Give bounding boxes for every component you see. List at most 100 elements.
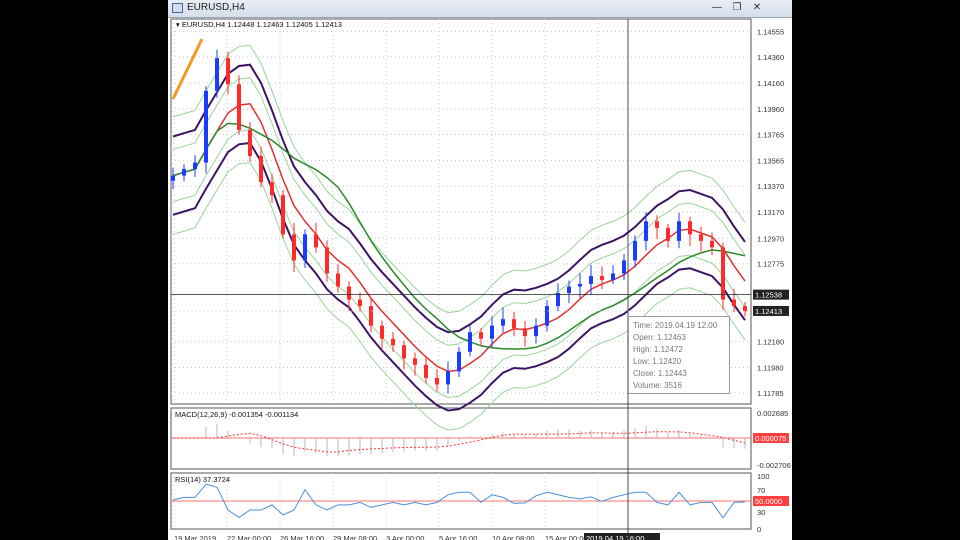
candle-body <box>633 240 637 261</box>
candle-body <box>589 276 593 284</box>
candle-body <box>369 306 373 326</box>
candle-body <box>699 234 703 241</box>
candle-body <box>215 58 219 91</box>
macd-level-label: 0.000075 <box>755 434 786 443</box>
tooltip-open: Open: 1.12463 <box>633 333 686 342</box>
rsi-tick-label: 30 <box>757 508 765 517</box>
price-tick-label: 1.14555 <box>757 27 784 36</box>
macd-panel: MACD(12,26,9) -0.001354 -0.001134 <box>171 410 751 456</box>
time-tick-label: 15 Apr 00:00 <box>545 534 588 540</box>
time-tick-label: 22 Mar 00:00 <box>227 534 271 540</box>
time-tick-label: 26 Mar 16:00 <box>280 534 324 540</box>
bollinger-upper <box>172 63 746 334</box>
price-tick-label: 1.12775 <box>757 260 784 269</box>
chart-canvas[interactable]: MACD(12,26,9) -0.001354 -0.001134 RSI(14… <box>168 17 792 540</box>
time-tick-label: 5 Apr 16:00 <box>439 534 477 540</box>
time-tick-label: 2019.04.19 16:00 <box>586 534 644 540</box>
rsi-header: RSI(14) 37.3724 <box>175 475 230 484</box>
candle-body <box>677 221 681 241</box>
candle-body <box>182 169 186 176</box>
candle-body <box>380 325 384 339</box>
crosshair-price-label: 1.12538 <box>755 291 782 300</box>
candle-body <box>325 247 329 274</box>
candle-body <box>644 221 648 241</box>
time-axis: 19 Mar 2019 22 Mar 00:00 26 Mar 16:00 29 Ma… <box>174 533 660 540</box>
candle-body <box>743 306 747 312</box>
price-tick-label: 1.13370 <box>757 182 784 191</box>
tooltip-volume: Volume: 3516 <box>633 381 682 390</box>
price-tick-label: 1.11980 <box>757 363 784 372</box>
candle-body <box>413 358 417 365</box>
candle-body <box>534 325 538 337</box>
tooltip-high: High: 1.12472 <box>633 345 683 354</box>
tooltip-low: Low: 1.12420 <box>633 357 682 366</box>
candle-body <box>237 84 241 130</box>
candle-body <box>347 286 351 300</box>
last-price-label: 1.12413 <box>755 307 782 316</box>
candle-body <box>468 332 472 352</box>
candle-body <box>226 58 230 85</box>
candle-body <box>523 328 527 337</box>
price-tick-label: 1.13565 <box>757 157 784 166</box>
candle-body <box>490 325 494 339</box>
candle-body <box>193 162 197 170</box>
minimize-button[interactable]: — <box>709 1 725 14</box>
candle-body <box>600 276 604 281</box>
candle-body <box>655 221 659 228</box>
candle-body <box>259 156 263 183</box>
rsi-panel: RSI(14) 37.3724 <box>171 475 751 519</box>
tooltip-time: Time: 2019.04.19 12:00 <box>633 321 718 330</box>
price-tick-label: 1.13170 <box>757 208 784 217</box>
restore-button[interactable]: ❐ <box>729 1 745 14</box>
candle-body <box>688 221 692 235</box>
time-tick-label: 29 Mar 08:00 <box>333 534 377 540</box>
candle-body <box>435 377 439 385</box>
rsi-level-label: 50.0000 <box>755 497 782 506</box>
candle-body <box>204 90 208 163</box>
candle-body <box>292 234 296 261</box>
price-tick-label: 1.14360 <box>757 53 784 62</box>
candle-body <box>578 283 582 287</box>
time-tick-label: 10 Apr 08:00 <box>492 534 535 540</box>
candle-body <box>446 371 450 385</box>
candle-body <box>732 299 736 307</box>
chart-window: EURUSD,H4 — ❐ ✕ MACD(12,26,9) -0.001354 … <box>168 0 792 540</box>
candle-body <box>479 332 483 339</box>
window-titlebar[interactable]: EURUSD,H4 — ❐ ✕ <box>168 0 792 18</box>
macd-signal-line <box>173 431 746 453</box>
candle-body <box>457 351 461 372</box>
trend-line <box>171 38 204 100</box>
candle-body <box>501 319 505 326</box>
ohlc-tooltip: Time: 2019.04.19 12:00 Open: 1.12463 Hig… <box>628 316 730 394</box>
candle-body <box>424 364 428 378</box>
time-tick-label: 19 Mar 2019 <box>174 534 216 540</box>
candle-body <box>270 182 274 196</box>
candle-body <box>314 234 318 248</box>
window-title: EURUSD,H4 <box>187 2 245 13</box>
price-tick-label: 1.11785 <box>757 389 784 398</box>
time-tick-label: 3 Apr 00:00 <box>386 534 424 540</box>
candle-body <box>512 319 516 329</box>
rsi-tick-label: 0 <box>757 525 761 534</box>
main-chart-header: ▾ EURUSD,H4 1.12448 1.12463 1.12405 1.12… <box>176 20 342 29</box>
candle-body <box>567 286 571 294</box>
tooltip-close: Close: 1.12443 <box>633 369 687 378</box>
price-tick-label: 1.12180 <box>757 337 784 346</box>
candle-body <box>391 338 395 346</box>
rsi-tick-label: 100 <box>757 472 770 481</box>
price-tick-label: 1.14160 <box>757 79 784 88</box>
candle-body <box>666 227 670 241</box>
candle-body <box>721 247 725 300</box>
candle-body <box>402 345 406 359</box>
candle-body <box>710 240 714 248</box>
candle-body <box>611 273 615 281</box>
candle-body <box>545 306 549 326</box>
price-axis: 1.14555 1.14360 1.14160 1.13960 1.13765 1.135… <box>176 20 791 534</box>
candle-body <box>281 195 285 235</box>
outer-band-upper <box>172 44 746 314</box>
rsi-tick-label: 70 <box>757 486 765 495</box>
price-tick-label: 1.13765 <box>757 131 784 140</box>
candle-body <box>248 129 252 157</box>
macd-tick-label: 0.002685 <box>757 409 788 418</box>
close-button[interactable]: ✕ <box>749 1 765 14</box>
